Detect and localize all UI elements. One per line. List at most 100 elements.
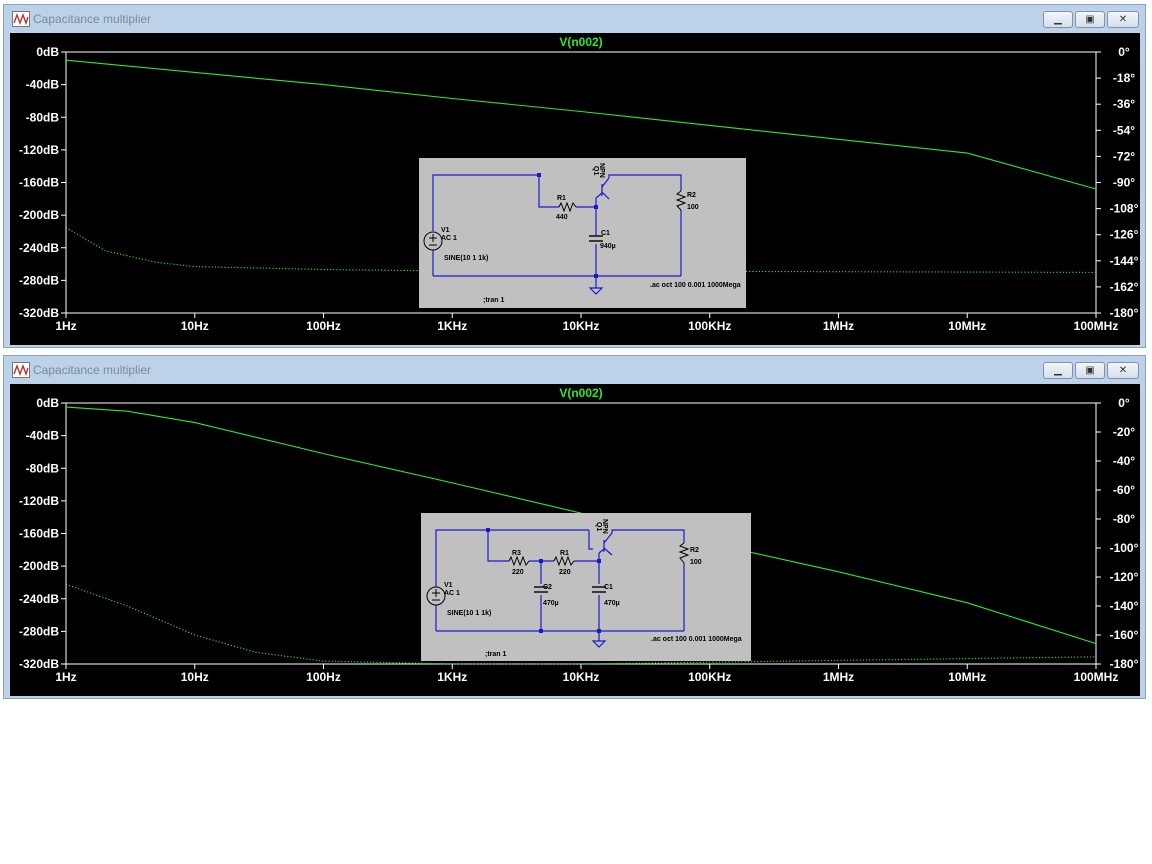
y-left-tick-label: -40dB <box>26 78 60 92</box>
q1-type-label: NPN <box>598 163 605 178</box>
y-right-tick-label: -180° <box>1110 657 1139 671</box>
ltspice-app-icon <box>12 362 30 378</box>
y-right-tick-label: -108° <box>1110 202 1139 216</box>
y-left-tick-label: -120dB <box>19 494 59 508</box>
close-button[interactable]: ✕ <box>1107 11 1139 28</box>
r3-value-label: 220 <box>512 569 524 576</box>
y-left-tick-label: -320dB <box>19 657 59 671</box>
x-tick-label: 1KHz <box>437 319 467 333</box>
x-tick-label: 10Hz <box>181 670 209 684</box>
y-left-tick-label: -280dB <box>19 624 59 638</box>
x-tick-label: 100KHz <box>688 319 731 333</box>
ac-directive: .ac oct 100 0.001 1000Mega <box>651 636 742 643</box>
x-tick-label: 10Hz <box>181 319 209 333</box>
plot-pane[interactable]: 0dB -40dB -80dB -120dB -160dB -200dB -240dB -28… <box>10 33 1140 345</box>
r2-value-label: 100 <box>690 559 702 566</box>
x-tick-label: 1KHz <box>437 670 467 684</box>
y-left-tick-label: -160dB <box>19 176 59 190</box>
y-right-tick-label: -100° <box>1110 541 1139 555</box>
y-left-tick-label: -200dB <box>19 559 59 573</box>
tran-directive: ;tran 1 <box>483 297 505 304</box>
plot-pane[interactable]: 0dB -40dB -80dB -120dB -160dB -200dB -240dB -28… <box>10 384 1140 696</box>
q1-name-label: Q1 <box>592 166 599 175</box>
title-bar[interactable]: Capacitance multiplier ▁ ▣ ✕ <box>4 356 1145 384</box>
schematic-inset: V1 AC 1 SINE(10 1 1k) R1 440 C1 940µ Q1 … <box>419 158 746 308</box>
v1-name-label: V1 <box>441 227 450 234</box>
y-right-tick-label: 0° <box>1118 396 1130 410</box>
v1-function-label: SINE(10 1 1k) <box>447 610 491 617</box>
y-left-tick-label: -240dB <box>19 592 59 606</box>
v1-value-label: AC 1 <box>441 235 457 242</box>
ltspice-app-icon <box>12 11 30 27</box>
y-left-tick-label: -80dB <box>26 461 60 475</box>
y-right-tick-label: -18° <box>1113 71 1135 85</box>
schematic-drawing: V1 AC 1 SINE(10 1 1k) R3 220 R1 220 C2 4… <box>426 519 742 658</box>
r1-name-label: R1 <box>557 195 566 202</box>
y-right-tick-label: -80° <box>1113 512 1135 526</box>
window-title: Capacitance multiplier <box>33 12 152 26</box>
x-tick-label: 10KHz <box>563 670 600 684</box>
x-tick-label: 10KHz <box>563 319 600 333</box>
q1-name-label: Q1 <box>595 522 602 531</box>
y-left-tick-label: 0dB <box>36 45 59 59</box>
x-tick-label: 100Hz <box>306 670 341 684</box>
c1-value-label: 940µ <box>600 243 616 250</box>
maximize-button[interactable]: ▣ <box>1075 11 1105 28</box>
r1-value-label: 220 <box>559 569 571 576</box>
minimize-button[interactable]: ▁ <box>1043 11 1073 28</box>
v1-value-label: AC 1 <box>444 590 460 597</box>
y-right-tick-label: -120° <box>1110 570 1139 584</box>
trace-label: V(n002) <box>559 386 602 400</box>
x-tick-label: 100MHz <box>1074 319 1119 333</box>
y-right-tick-label: -54° <box>1113 123 1135 137</box>
q1-type-label: NPN <box>601 519 608 534</box>
y-right-tick-label: -36° <box>1113 97 1135 111</box>
y-left-tick-label: -200dB <box>19 208 59 222</box>
y-left-tick-label: -120dB <box>19 143 59 157</box>
y-right-tick-label: 0° <box>1118 45 1130 59</box>
y-right-tick-label: -162° <box>1110 280 1139 294</box>
r3-name-label: R3 <box>512 550 521 557</box>
close-button[interactable]: ✕ <box>1107 362 1139 379</box>
r2-name-label: R2 <box>690 547 699 554</box>
r1-name-label: R1 <box>560 550 569 557</box>
y-left-tick-label: -160dB <box>19 527 59 541</box>
title-bar[interactable]: Capacitance multiplier ▁ ▣ ✕ <box>4 5 1145 33</box>
x-tick-label: 1MHz <box>823 670 854 684</box>
x-tick-label: 10MHz <box>948 319 986 333</box>
y-left-tick-label: -320dB <box>19 306 59 320</box>
x-tick-label: 1Hz <box>55 319 76 333</box>
y-right-tick-label: -40° <box>1113 454 1135 468</box>
c1-name-label: C1 <box>601 230 610 237</box>
y-right-tick-label: -160° <box>1110 628 1139 642</box>
x-tick-label: 1MHz <box>823 319 854 333</box>
c1-name-label: C1 <box>604 584 613 591</box>
plot-window-2[interactable]: Capacitance multiplier ▁ ▣ ✕ 0dB -40dB -80… <box>3 355 1146 699</box>
schematic-drawing: V1 AC 1 SINE(10 1 1k) R1 440 C1 940µ Q1 … <box>423 163 741 304</box>
y-left-tick-label: 0dB <box>36 396 59 410</box>
c2-name-label: C2 <box>543 584 552 591</box>
x-tick-label: 100Hz <box>306 319 341 333</box>
maximize-button[interactable]: ▣ <box>1075 362 1105 379</box>
x-tick-label: 1Hz <box>55 670 76 684</box>
r1-value-label: 440 <box>556 214 568 221</box>
y-right-tick-label: -60° <box>1113 483 1135 497</box>
y-left-tick-label: -80dB <box>26 110 60 124</box>
y-right-tick-label: -90° <box>1113 176 1135 190</box>
c2-value-label: 470µ <box>543 600 559 607</box>
window-title: Capacitance multiplier <box>33 363 152 377</box>
minimize-button[interactable]: ▁ <box>1043 362 1073 379</box>
y-right-tick-label: -140° <box>1110 599 1139 613</box>
v1-function-label: SINE(10 1 1k) <box>444 255 488 262</box>
y-right-tick-label: -144° <box>1110 254 1139 268</box>
schematic-inset: V1 AC 1 SINE(10 1 1k) R3 220 R1 220 C2 4… <box>421 513 751 661</box>
r2-value-label: 100 <box>687 204 699 211</box>
r2-name-label: R2 <box>687 192 696 199</box>
y-left-tick-label: -40dB <box>26 429 60 443</box>
plot-window-1[interactable]: Capacitance multiplier ▁ ▣ ✕ 0dB -40dB -80… <box>3 4 1146 348</box>
c1-value-label: 470µ <box>604 600 620 607</box>
x-tick-label: 100KHz <box>688 670 731 684</box>
y-right-tick-label: -126° <box>1110 228 1139 242</box>
v1-name-label: V1 <box>444 582 453 589</box>
y-right-tick-label: -72° <box>1113 149 1135 163</box>
